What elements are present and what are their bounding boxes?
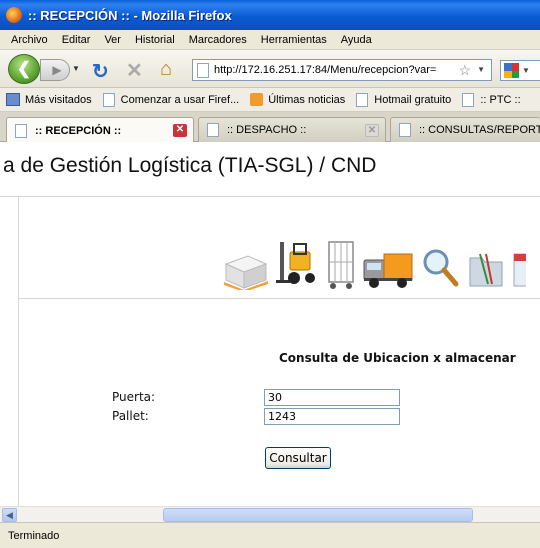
window-title: :: RECEPCIÓN :: - Mozilla Firefox <box>28 7 232 23</box>
menu-editar[interactable]: Editar <box>55 34 98 46</box>
status-text: Terminado <box>8 529 60 542</box>
url-bar[interactable]: ☆ ▼ <box>192 59 492 81</box>
page-content: a de Gestión Logística (TIA-SGL) / CND C… <box>0 142 540 506</box>
google-icon <box>504 63 519 78</box>
menu-ver[interactable]: Ver <box>97 34 128 46</box>
smart-folder-icon <box>6 93 20 106</box>
page-icon <box>15 123 27 138</box>
tab-recepcion[interactable]: :: RECEPCIÓN :: ✕ <box>6 117 194 143</box>
module-icon-row <box>222 238 532 290</box>
divider <box>0 196 540 197</box>
back-button[interactable]: ❮ <box>8 54 40 84</box>
calendar-icon[interactable] <box>512 246 526 290</box>
divider <box>18 298 540 299</box>
system-title: a de Gestión Logística (TIA-SGL) / CND <box>3 154 377 177</box>
tab-label: :: DESPACHO :: <box>227 124 307 136</box>
navigation-toolbar: ▶ ❮ ▼ ↻ ✕ ⌂ ☆ ▼ ▼ <box>0 50 540 88</box>
stop-icon[interactable]: ✕ <box>126 58 143 83</box>
tab-consultas-reportes[interactable]: :: CONSULTAS/REPORTES <box>390 117 540 142</box>
url-dropdown-icon[interactable]: ▼ <box>477 65 485 74</box>
consultar-button[interactable]: Consultar <box>265 447 331 469</box>
divider <box>18 197 19 506</box>
bookmark-hotmail[interactable]: Hotmail gratuito <box>356 92 452 107</box>
home-icon[interactable]: ⌂ <box>160 58 172 81</box>
reload-icon[interactable]: ↻ <box>92 59 109 84</box>
menu-marcadores[interactable]: Marcadores <box>182 34 254 46</box>
bookmark-label: Últimas noticias <box>268 93 346 106</box>
rss-feed-icon <box>250 93 264 106</box>
page-icon <box>207 123 219 137</box>
forklift-icon[interactable] <box>276 238 320 290</box>
bookmark-label: Comenzar a usar Firef... <box>120 93 240 106</box>
status-bar: Terminado <box>0 522 540 548</box>
pallet-icon[interactable] <box>222 246 270 290</box>
bookmark-mas-visitados[interactable]: Más visitados <box>6 93 92 106</box>
scroll-left-icon[interactable]: ◀ <box>2 508 17 522</box>
page-icon <box>197 62 209 78</box>
url-input[interactable] <box>214 64 450 76</box>
tab-strip: :: RECEPCIÓN :: ✕ :: DESPACHO :: ✕ :: CO… <box>0 112 540 143</box>
history-dropdown-icon[interactable]: ▼ <box>72 64 80 73</box>
page-icon <box>356 92 369 107</box>
search-dropdown-icon[interactable]: ▼ <box>522 66 530 75</box>
close-tab-icon[interactable]: ✕ <box>365 124 379 137</box>
bookmark-ptc[interactable]: :: PTC :: <box>462 92 521 107</box>
horizontal-scrollbar[interactable]: ◀ <box>0 506 540 522</box>
folder-icon[interactable] <box>466 246 506 290</box>
bookmarks-toolbar: Más visitados Comenzar a usar Firef... Ú… <box>0 88 540 112</box>
bookmark-ultimas-noticias[interactable]: Últimas noticias <box>250 93 345 106</box>
menu-archivo[interactable]: Archivo <box>4 34 55 46</box>
bookmark-star-icon[interactable]: ☆ <box>458 62 471 79</box>
firefox-logo-icon <box>6 7 22 23</box>
magnifier-icon[interactable] <box>420 246 460 290</box>
page-icon <box>462 92 475 107</box>
forward-button[interactable]: ▶ <box>40 59 70 81</box>
menu-historial[interactable]: Historial <box>128 34 182 46</box>
close-tab-icon[interactable]: ✕ <box>173 124 187 137</box>
search-engine-button[interactable]: ▼ <box>500 60 540 81</box>
cage-cart-icon[interactable] <box>326 238 356 290</box>
page-icon <box>102 92 115 107</box>
tab-label: :: CONSULTAS/REPORTES <box>419 124 540 136</box>
truck-icon[interactable] <box>362 250 414 290</box>
pallet-label: Pallet: <box>112 409 149 423</box>
bookmark-label: Más visitados <box>25 93 92 106</box>
menu-bar: Archivo Editar Ver Historial Marcadores … <box>0 30 540 50</box>
window-title-bar: :: RECEPCIÓN :: - Mozilla Firefox <box>0 0 540 30</box>
puerta-input[interactable] <box>264 389 400 406</box>
scrollbar-thumb[interactable] <box>163 508 473 522</box>
bookmark-comenzar[interactable]: Comenzar a usar Firef... <box>102 92 240 107</box>
menu-ayuda[interactable]: Ayuda <box>334 34 379 46</box>
page-icon <box>399 123 411 137</box>
bookmark-label: :: PTC :: <box>480 93 521 106</box>
tab-despacho[interactable]: :: DESPACHO :: ✕ <box>198 117 386 142</box>
bookmark-label: Hotmail gratuito <box>374 93 452 106</box>
puerta-label: Puerta: <box>112 390 156 404</box>
menu-herramientas[interactable]: Herramientas <box>254 34 334 46</box>
pallet-input[interactable] <box>264 408 400 425</box>
form-title: Consulta de Ubicacion x almacenar <box>279 351 516 365</box>
tab-label: :: RECEPCIÓN :: <box>35 124 122 137</box>
